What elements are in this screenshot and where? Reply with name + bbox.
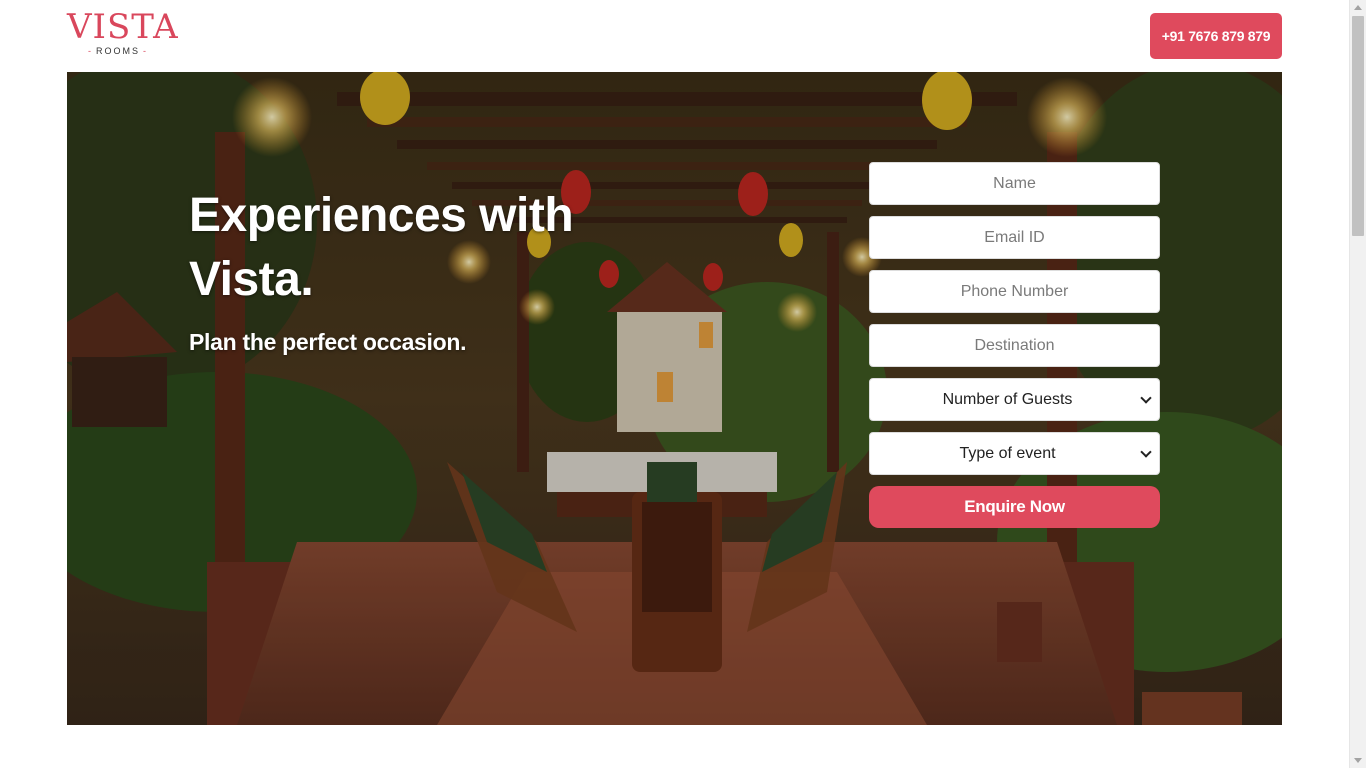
chevron-down-icon (1140, 392, 1152, 404)
hero-subtitle: Plan the perfect occasion. (189, 329, 467, 355)
site-header: VISTA ROOMS +91 7676 879 879 (67, 0, 1282, 72)
scroll-up-arrow-icon[interactable] (1354, 5, 1362, 10)
scrollbar-thumb[interactable] (1352, 16, 1364, 236)
phone-number-input[interactable] (869, 270, 1160, 313)
email-input[interactable] (869, 216, 1160, 259)
hero-banner: Experiences with Vista. Plan the perfect… (67, 72, 1282, 725)
logo-brand-text: VISTA (67, 7, 179, 47)
page: VISTA ROOMS +91 7676 879 879 (0, 0, 1366, 768)
hero-title: Experiences with Vista. (189, 189, 574, 306)
number-of-guests-select[interactable]: Number of Guests (869, 378, 1160, 421)
name-input[interactable] (869, 162, 1160, 205)
scroll-down-arrow-icon[interactable] (1354, 758, 1362, 763)
destination-input[interactable] (869, 324, 1160, 367)
number-of-guests-value: Number of Guests (942, 390, 1073, 408)
type-of-event-value: Type of event (959, 444, 1056, 462)
enquiry-form: Number of Guests Type of event Enquire N… (869, 162, 1160, 528)
logo-sub-text: ROOMS (67, 46, 169, 56)
vista-rooms-logo[interactable]: VISTA ROOMS (67, 7, 179, 56)
chevron-down-icon (1140, 446, 1152, 458)
enquire-now-button[interactable]: Enquire Now (869, 486, 1160, 528)
type-of-event-select[interactable]: Type of event (869, 432, 1160, 475)
page-scrollbar[interactable] (1349, 0, 1366, 768)
phone-call-button[interactable]: +91 7676 879 879 (1150, 13, 1282, 59)
